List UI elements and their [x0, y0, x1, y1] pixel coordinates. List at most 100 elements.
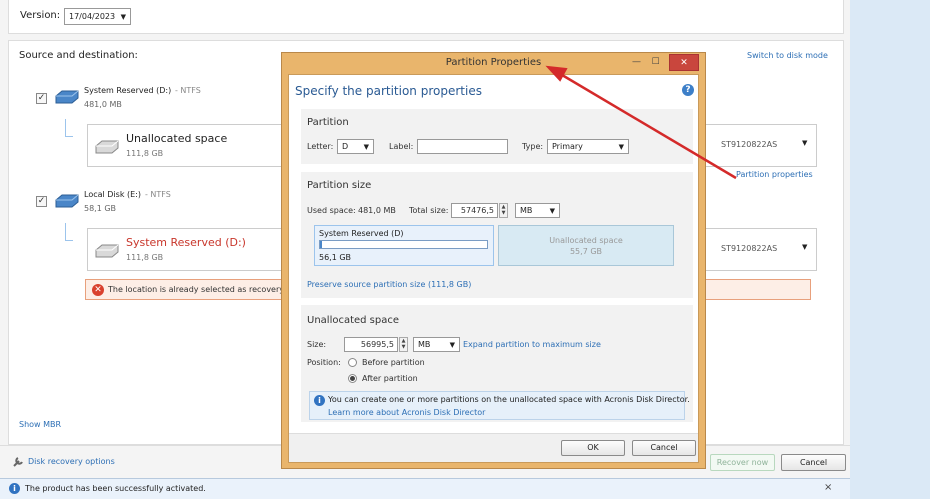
status-text: The product has been successfully activa…: [25, 484, 206, 493]
letter-value: D: [342, 142, 349, 151]
letter-label: Letter:: [307, 142, 334, 151]
tree-connector: [65, 119, 73, 137]
chevron-down-icon[interactable]: ▼: [802, 243, 807, 251]
destination-name: Unallocated space: [126, 132, 228, 145]
wrench-icon: [13, 457, 23, 467]
section-title: Source and destination:: [19, 50, 138, 61]
disk-recovery-options-link[interactable]: Disk recovery options: [28, 457, 115, 466]
destination-size: 111,8 GB: [126, 253, 164, 262]
label-input[interactable]: [417, 139, 508, 154]
partition-block-label: System Reserved (D): [319, 229, 404, 238]
preserve-size-link[interactable]: Preserve source partition size (111,8 GB…: [307, 280, 471, 289]
close-icon[interactable]: ×: [824, 482, 832, 493]
after-partition-radio[interactable]: [348, 374, 357, 383]
entry-checkbox[interactable]: ✓: [36, 93, 47, 104]
show-mbr-link[interactable]: Show MBR: [19, 420, 61, 429]
chevron-down-icon: ▼: [549, 206, 555, 215]
close-button[interactable]: ✕: [669, 54, 699, 71]
desktop-background: [850, 0, 930, 499]
tree-connector: [65, 223, 73, 241]
partition-size-title: Partition size: [307, 180, 372, 191]
unallocated-size-input[interactable]: 56995,5: [344, 337, 398, 352]
total-size-label: Total size:: [409, 206, 449, 215]
help-icon[interactable]: ?: [682, 84, 694, 96]
entry-checkbox[interactable]: ✓: [36, 196, 47, 207]
switch-to-disk-mode-link[interactable]: Switch to disk mode: [747, 51, 828, 60]
recover-now-button[interactable]: Recover now: [710, 454, 775, 471]
total-size-input[interactable]: 57476,5: [451, 203, 498, 218]
used-space-value: 481,0 MB: [358, 206, 396, 215]
size-label: Size:: [307, 340, 327, 349]
partition-title: Partition: [307, 117, 349, 128]
position-label: Position:: [307, 358, 341, 367]
version-panel: Version: 17/04/2023 ▼: [8, 0, 844, 34]
entry-size: 481,0 MB: [84, 100, 122, 109]
unallocated-title: Unallocated space: [307, 315, 400, 326]
type-value: Primary: [552, 142, 583, 151]
info-icon: i: [9, 483, 20, 494]
type-label: Type:: [522, 142, 544, 151]
letter-select[interactable]: D ▼: [337, 139, 374, 154]
total-size-spinner[interactable]: ▲ ▼: [499, 203, 508, 218]
chevron-down-icon: ▼: [363, 142, 369, 151]
chevron-down-icon: ▼: [449, 340, 455, 349]
entry-name: Local Disk (E:): [84, 190, 141, 199]
unallocated-section: Unallocated space Size: 56995,5 ▲ ▼ MB ▼ …: [301, 305, 693, 422]
partition-block-size: 56,1 GB: [319, 253, 352, 262]
label-label: Label:: [389, 142, 414, 151]
info-box: i You can create one or more partitions …: [309, 391, 690, 420]
hard-drive-icon: [55, 194, 79, 208]
partition-section: Partition Letter: D ▼ Label: Type: Prima…: [301, 109, 693, 164]
unallocated-unit-select[interactable]: MB ▼: [413, 337, 460, 352]
after-partition-label: After partition: [362, 374, 418, 383]
destination-size: 111,8 GB: [126, 149, 164, 158]
unit-value: MB: [520, 206, 533, 215]
chevron-down-icon: ▼: [120, 12, 126, 21]
partition-properties-link[interactable]: Partition properties: [736, 170, 813, 179]
status-bar: i The product has been successfully acti…: [0, 478, 850, 499]
version-label: Version:: [20, 10, 61, 21]
used-space-bar: [319, 240, 488, 249]
unallocated-block-label: Unallocated space: [549, 236, 623, 245]
info-icon: i: [314, 395, 325, 406]
version-value: 17/04/2023: [69, 12, 116, 21]
type-select[interactable]: Primary ▼: [547, 139, 629, 154]
info-text: You can create one or more partitions on…: [328, 395, 690, 404]
partition-properties-dialog: Partition Properties — ☐ ✕ Specify the p…: [281, 52, 706, 469]
hard-drive-icon: [55, 90, 79, 104]
learn-more-link[interactable]: Learn more about Acronis Disk Director: [328, 408, 485, 417]
chevron-down-icon[interactable]: ▼: [802, 139, 807, 147]
partition-block[interactable]: System Reserved (D) 56,1 GB: [314, 225, 494, 266]
error-icon: ✕: [92, 284, 104, 296]
dialog-cancel-button[interactable]: Cancel: [632, 440, 696, 456]
unallocated-block[interactable]: Unallocated space 55,7 GB: [498, 225, 674, 266]
dialog-heading: Specify the partition properties: [295, 84, 482, 98]
chevron-down-icon: ▼: [618, 142, 624, 151]
used-space-fill: [320, 241, 322, 248]
total-size-unit-select[interactable]: MB ▼: [515, 203, 560, 218]
maximize-button[interactable]: ☐: [648, 54, 663, 71]
disk-model: ST9120822AS: [721, 244, 778, 253]
disk-model: ST9120822AS: [721, 140, 778, 149]
entry-fs: - NTFS: [175, 86, 201, 95]
used-space-label: Used space:: [307, 206, 356, 215]
disk-icon: [95, 244, 119, 258]
destination-name: System Reserved (D:): [126, 236, 246, 249]
before-partition-label: Before partition: [362, 358, 425, 367]
dialog-body: Specify the partition properties ? Parti…: [288, 74, 699, 463]
error-message: The location is already selected as reco…: [108, 285, 292, 294]
minimize-button[interactable]: —: [629, 54, 644, 71]
before-partition-radio[interactable]: [348, 358, 357, 367]
entry-size: 58,1 GB: [84, 204, 117, 213]
unallocated-size-spinner[interactable]: ▲ ▼: [399, 337, 408, 352]
version-select[interactable]: 17/04/2023 ▼: [64, 8, 131, 25]
expand-partition-link[interactable]: Expand partition to maximum size: [463, 340, 601, 349]
partition-size-section: Partition size Used space: 481,0 MB Tota…: [301, 172, 693, 298]
cancel-button[interactable]: Cancel: [781, 454, 846, 471]
disk-icon: [95, 140, 119, 154]
entry-fs: - NTFS: [145, 190, 171, 199]
dialog-footer: OK Cancel: [289, 433, 698, 462]
unallocated-block-size: 55,7 GB: [569, 247, 603, 256]
entry-name: System Reserved (D:): [84, 86, 172, 95]
ok-button[interactable]: OK: [561, 440, 625, 456]
